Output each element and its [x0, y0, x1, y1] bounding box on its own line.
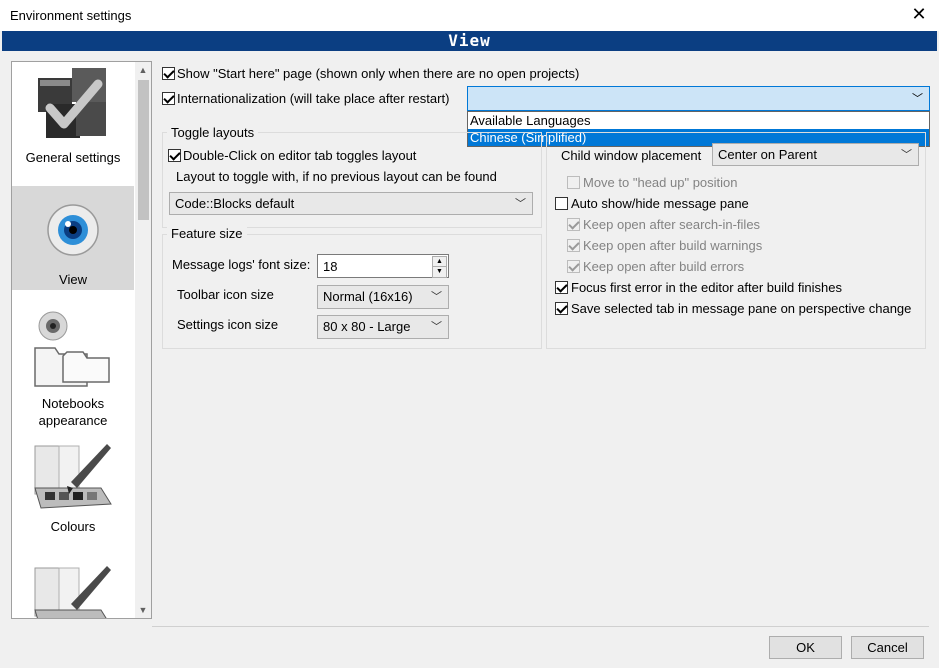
toolbar-icon-size-select[interactable]: Normal (16x16) ﹀: [317, 285, 449, 309]
sidebar[interactable]: General settings View Notebooks appearan…: [11, 61, 152, 619]
palette-icon: [34, 566, 111, 618]
view-eye-icon: [47, 204, 99, 256]
keep-open-errors-label: Keep open after build errors: [583, 259, 745, 274]
language-select[interactable]: ﹀: [467, 86, 930, 111]
general-settings-icon: [38, 68, 106, 138]
settings-icon-size-value: 80 x 80 - Large: [323, 319, 411, 334]
internationalization-label: Internationalization (will take place af…: [177, 91, 450, 106]
dropdown-option[interactable]: Available Languages: [468, 112, 929, 129]
layout-toggle-select[interactable]: Code::Blocks default ﹀: [169, 192, 533, 215]
keep-open-search-checkbox[interactable]: [567, 218, 580, 231]
window-title: Environment settings: [10, 8, 132, 23]
auto-show-hide-label: Auto show/hide message pane: [571, 196, 749, 211]
chevron-down-icon[interactable]: ﹀: [431, 318, 442, 334]
sidebar-item-colours[interactable]: Colours: [12, 428, 134, 546]
keep-open-warnings-checkbox[interactable]: [567, 239, 580, 252]
focus-first-error-label: Focus first error in the editor after bu…: [571, 280, 842, 295]
notebooks-appearance-icon: [34, 311, 110, 387]
layout-toggle-label: Layout to toggle with, if no previous la…: [176, 169, 497, 184]
sidebar-item-notebooks-appearance[interactable]: Notebooks appearance: [12, 290, 134, 428]
sidebar-item-general-settings[interactable]: General settings: [12, 62, 134, 186]
chevron-down-icon[interactable]: ﹀: [515, 195, 526, 211]
feature-size-legend: Feature size: [167, 226, 247, 241]
keep-open-warnings-label: Keep open after build warnings: [583, 238, 763, 253]
toolbar-icon-size-label: Toolbar icon size: [177, 287, 274, 302]
colours-palette-icon: [34, 444, 112, 509]
sidebar-scrollbar[interactable]: ▲ ▼: [135, 62, 151, 618]
font-size-spin-input[interactable]: 18 ▲ ▼: [317, 254, 449, 278]
keep-open-errors-checkbox[interactable]: [567, 260, 580, 273]
font-size-label: Message logs' font size:: [172, 257, 311, 272]
sidebar-item-label: View: [59, 272, 87, 287]
scroll-down-icon[interactable]: ▼: [135, 602, 151, 618]
double-click-toggle-checkbox[interactable]: [168, 149, 181, 162]
sidebar-item-view[interactable]: View: [12, 186, 134, 290]
chevron-down-icon[interactable]: ﹀: [912, 90, 923, 106]
child-window-placement-value: Center on Parent: [718, 147, 818, 162]
scroll-thumb[interactable]: [138, 80, 149, 220]
font-size-value: 18: [323, 259, 338, 274]
sidebar-item-label: General settings: [25, 150, 121, 165]
ok-button[interactable]: OK: [769, 636, 842, 659]
toolbar-icon-size-value: Normal (16x16): [323, 289, 413, 304]
cancel-button[interactable]: Cancel: [851, 636, 924, 659]
move-head-up-label: Move to "head up" position: [583, 175, 738, 190]
save-selected-tab-checkbox[interactable]: [555, 302, 568, 315]
keep-open-search-label: Keep open after search-in-files: [583, 217, 761, 232]
spin-down-icon[interactable]: ▼: [432, 266, 447, 278]
child-window-placement-label: Child window placement: [561, 148, 702, 163]
title-bar: Environment settings ✕: [0, 0, 939, 31]
button-separator: [152, 626, 929, 627]
sidebar-item-label: Notebooks appearance: [38, 396, 108, 428]
chevron-down-icon[interactable]: ﹀: [901, 146, 912, 162]
chevron-down-icon[interactable]: ﹀: [431, 288, 442, 304]
double-click-toggle-label: Double-Click on editor tab toggles layou…: [183, 148, 417, 163]
scroll-up-icon[interactable]: ▲: [135, 62, 151, 78]
move-head-up-checkbox[interactable]: [567, 176, 580, 189]
internationalization-checkbox[interactable]: [162, 92, 175, 105]
save-selected-tab-label: Save selected tab in message pane on per…: [571, 301, 912, 316]
child-window-placement-select[interactable]: Center on Parent ﹀: [712, 143, 919, 166]
close-icon[interactable]: ✕: [909, 4, 929, 24]
sidebar-item-palette[interactable]: [12, 546, 134, 618]
layout-toggle-value: Code::Blocks default: [175, 196, 295, 211]
toggle-layouts-legend: Toggle layouts: [167, 125, 259, 140]
page-title: View: [2, 31, 937, 51]
settings-icon-size-select[interactable]: 80 x 80 - Large ﹀: [317, 315, 449, 339]
focus-first-error-checkbox[interactable]: [555, 281, 568, 294]
sidebar-item-label: Colours: [50, 519, 96, 534]
show-start-here-checkbox[interactable]: [162, 67, 175, 80]
settings-icon-size-label: Settings icon size: [177, 317, 279, 332]
show-start-here-label: Show "Start here" page (shown only when …: [177, 66, 580, 81]
auto-show-hide-checkbox[interactable]: [555, 197, 568, 210]
